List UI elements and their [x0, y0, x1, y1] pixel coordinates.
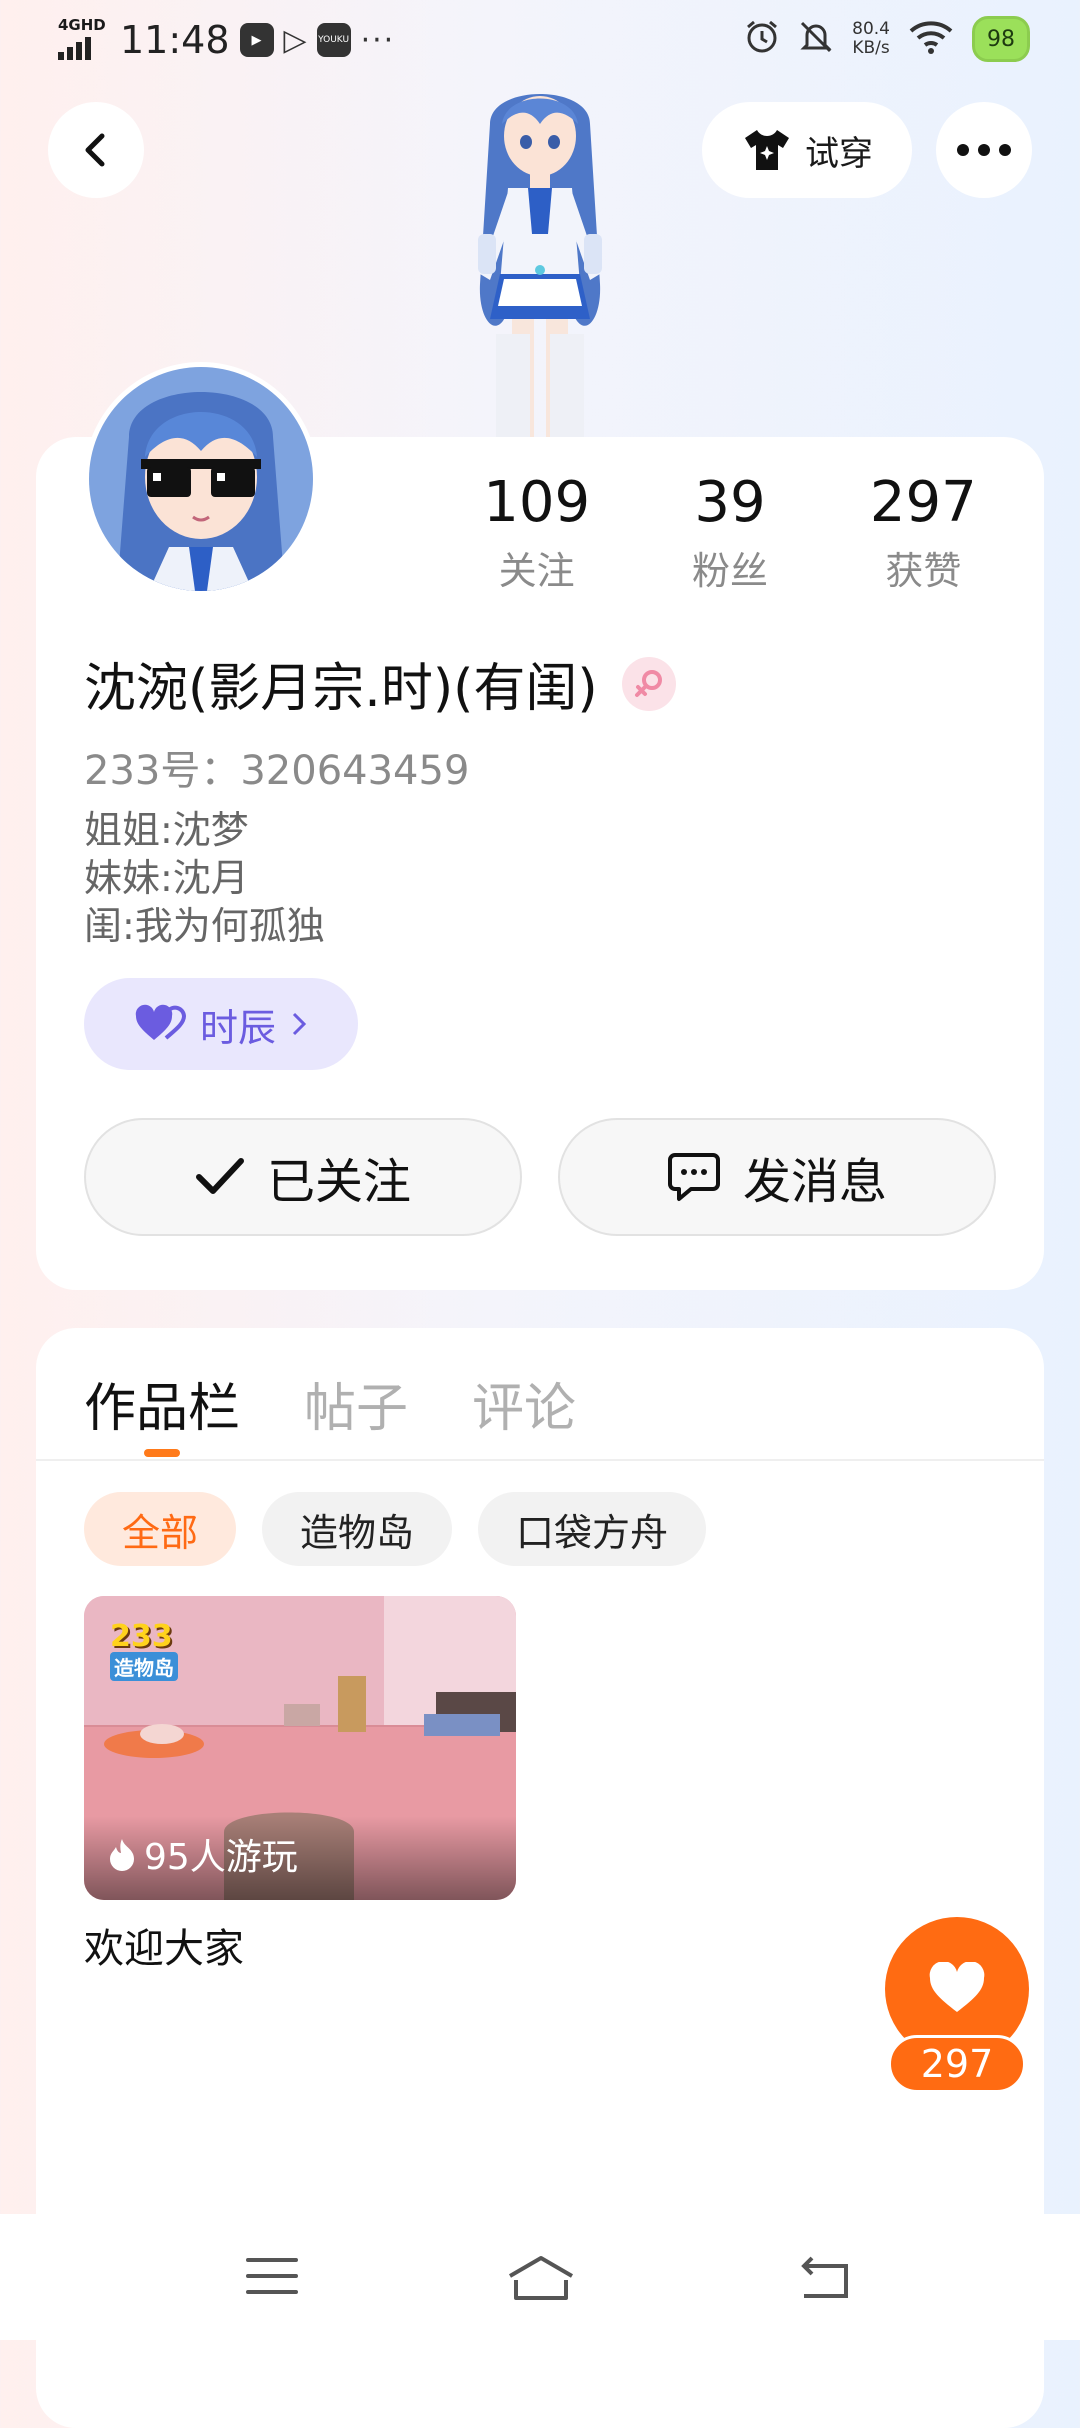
followed-button[interactable]: 已关注 — [84, 1118, 522, 1236]
female-icon — [621, 656, 676, 711]
stat-value: 39 — [694, 470, 766, 535]
stat-label: 粉丝 — [691, 549, 768, 593]
try-on-label: 试穿 — [805, 133, 873, 174]
send-message-button[interactable]: 发消息 — [558, 1118, 996, 1236]
followed-label: 已关注 — [266, 1154, 411, 1210]
more-options-button[interactable] — [936, 102, 1032, 198]
nickname-text: 沈涴(影月宗.时)(有闺) — [84, 659, 598, 719]
stat-value: 109 — [483, 470, 591, 535]
chevron-right-icon — [292, 1012, 307, 1036]
stat-label: 关注 — [498, 549, 575, 593]
avatar-character-figure[interactable] — [420, 84, 660, 440]
tab-posts[interactable]: 帖子 — [304, 1366, 408, 1441]
game-logo-badge: 233 造物岛 — [110, 1622, 210, 1682]
clock: 11:48 — [120, 18, 230, 62]
menu-icon[interactable] — [246, 2254, 298, 2302]
divider — [36, 1459, 1044, 1461]
mute-icon — [798, 19, 834, 59]
wifi-icon — [908, 19, 954, 59]
signal-icon: 4GHD — [58, 18, 106, 62]
stat-followers[interactable]: 39 粉丝 — [633, 470, 826, 595]
cp-relation-chip[interactable]: 时辰 — [84, 978, 358, 1070]
battery-indicator: 98 — [972, 16, 1030, 62]
filter-all[interactable]: 全部 — [84, 1492, 237, 1566]
back-nav-icon[interactable] — [796, 2254, 852, 2304]
stat-value: 297 — [869, 470, 977, 535]
play-icon: ▶ — [239, 23, 274, 57]
try-on-button[interactable]: 试穿 — [702, 102, 912, 198]
filter-chips: 全部 造物岛 口袋方舟 — [84, 1492, 707, 1566]
home-icon[interactable] — [506, 2254, 576, 2306]
status-bar: 4GHD 11:48 ▶ ▷ YOUKU ··· 80.4 KB/s 98 — [0, 0, 1080, 84]
send-message-label: 发消息 — [742, 1154, 887, 1210]
bio-line: 妹妹:沈月 — [84, 856, 249, 900]
filter-creation-island[interactable]: 造物岛 — [262, 1492, 453, 1566]
tab-comments[interactable]: 评论 — [472, 1366, 576, 1441]
active-tab-indicator — [144, 1449, 180, 1457]
more-dots-icon — [957, 144, 1011, 156]
avatar[interactable] — [84, 362, 318, 596]
like-count: 297 — [888, 2035, 1026, 2093]
cp-name: 时辰 — [199, 1005, 276, 1050]
game-thumbnail[interactable]: 233 造物岛 95人游玩 — [84, 1596, 516, 1900]
more-notifications-icon: ··· — [360, 22, 396, 58]
user-id: 233号：320643459 — [84, 748, 470, 794]
profile-stats: 109 关注 39 粉丝 297 获赞 — [440, 470, 1020, 595]
network-speed: 80.4 KB/s — [852, 19, 890, 58]
play-count-text: 95人游玩 — [144, 1837, 298, 1878]
back-button[interactable] — [48, 102, 144, 198]
play-count: 95人游玩 — [108, 1828, 298, 1880]
stat-following[interactable]: 109 关注 — [440, 470, 633, 595]
double-heart-icon — [135, 1004, 186, 1040]
bio-line: 姐姐:沈梦 — [84, 808, 249, 852]
shirt-sparkle-icon — [745, 130, 789, 170]
chevron-left-icon — [85, 133, 105, 167]
message-bubble-icon — [667, 1153, 720, 1201]
checkmark-icon — [195, 1158, 244, 1194]
flame-icon — [110, 1839, 134, 1871]
filter-pocket-ark[interactable]: 口袋方舟 — [478, 1492, 707, 1566]
tab-works[interactable]: 作品栏 — [84, 1366, 240, 1441]
bio-line: 闺:我为何孤独 — [84, 904, 325, 948]
stat-likes[interactable]: 297 获赞 — [827, 470, 1020, 595]
youku-icon: YOUKU — [316, 23, 351, 57]
nickname: 沈涴(影月宗.时)(有闺) — [84, 646, 676, 721]
content-tabs: 作品栏 帖子 评论 — [84, 1366, 576, 1441]
system-nav-bar — [0, 2214, 1080, 2340]
game-title[interactable]: 欢迎大家 — [84, 1916, 244, 1974]
alarm-icon — [744, 19, 780, 59]
heart-icon — [929, 1962, 985, 2012]
bio: 姐姐:沈梦 妹妹:沈月 闺:我为何孤独 — [84, 806, 325, 950]
stat-label: 获赞 — [885, 549, 962, 593]
video-icon: ▷ — [283, 22, 307, 58]
